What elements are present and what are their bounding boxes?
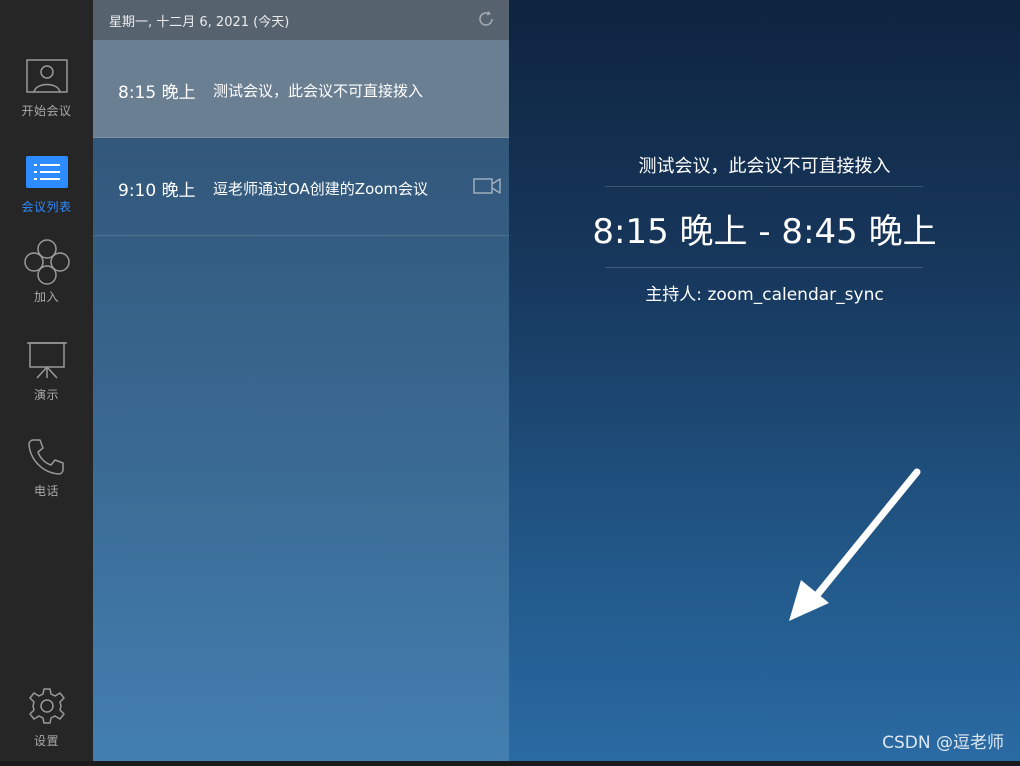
sidebar-item-label: 设置 [33, 734, 59, 748]
sidebar-item-label: 演示 [33, 388, 59, 402]
meeting-time: 8:15 晚上 [118, 83, 196, 103]
sidebar-item-label: 加入 [33, 290, 59, 304]
meeting-time: 9:10 晚上 [118, 181, 196, 201]
meeting-row[interactable]: 9:10 晚上 逗老师通过OA创建的Zoom会议 [93, 138, 509, 236]
list-header: 星期一, 十二月 6, 2021 (今天) [93, 0, 509, 40]
person-icon [24, 56, 70, 96]
video-camera-icon [473, 177, 501, 195]
phone-icon [24, 436, 70, 476]
list-date: 星期一, 十二月 6, 2021 (今天) [109, 15, 290, 30]
divider [605, 267, 923, 268]
meeting-topic: 逗老师通过OA创建的Zoom会议 [213, 180, 429, 198]
divider [605, 186, 923, 187]
join-icon [23, 239, 70, 285]
watermark: CSDN @逗老师 [882, 733, 1004, 753]
sidebar-item-start-meeting[interactable]: 开始会议 [0, 56, 93, 136]
sidebar-item-meeting-list[interactable]: 会议列表 [0, 152, 93, 232]
sidebar-item-label: 会议列表 [21, 200, 72, 214]
sidebar: 开始会议 会议列表 加入 演示 电话 设置 [0, 0, 93, 761]
sidebar-item-share[interactable]: 演示 [0, 340, 93, 420]
meeting-topic: 测试会议，此会议不可直接拨入 [213, 82, 424, 100]
sidebar-item-settings[interactable]: 设置 [0, 686, 93, 766]
meeting-row[interactable]: 8:15 晚上 测试会议，此会议不可直接拨入 [93, 40, 509, 138]
list-icon [24, 152, 70, 192]
sidebar-item-join[interactable]: 加入 [0, 239, 93, 322]
refresh-icon[interactable] [477, 10, 495, 28]
annotation-arrow-icon [789, 468, 921, 621]
projector-icon [24, 340, 70, 380]
sidebar-item-label: 开始会议 [21, 104, 72, 118]
meeting-time-range: 8:15 晚上 - 8:45 晚上 [592, 212, 937, 252]
meeting-list: 星期一, 十二月 6, 2021 (今天) 8:15 晚上 测试会议，此会议不可… [93, 0, 509, 761]
meeting-title: 测试会议，此会议不可直接拨入 [638, 156, 891, 177]
gear-icon [24, 686, 70, 726]
sidebar-item-phone[interactable]: 电话 [0, 436, 93, 516]
meeting-host: 主持人: zoom_calendar_sync [645, 285, 884, 305]
sidebar-item-label: 电话 [33, 484, 59, 498]
meeting-detail: 测试会议，此会议不可直接拨入 8:15 晚上 - 8:45 晚上 主持人: zo… [509, 0, 1020, 761]
